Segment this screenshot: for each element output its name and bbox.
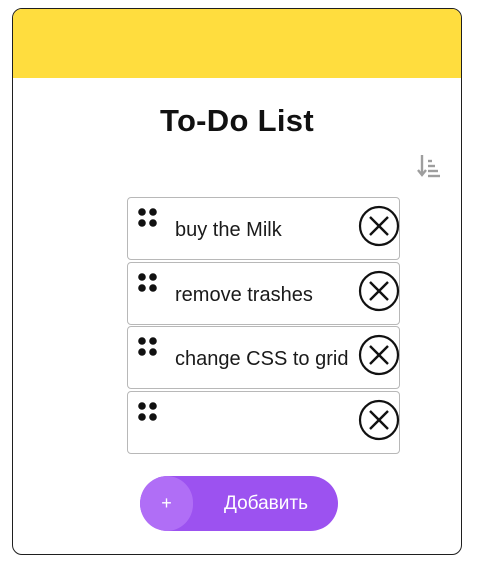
close-circle-icon	[358, 399, 400, 441]
drag-handle[interactable]	[137, 207, 161, 231]
plus-icon: +	[140, 476, 193, 531]
header-band	[13, 9, 461, 78]
drag-handle[interactable]	[137, 272, 161, 296]
delete-button[interactable]	[358, 334, 400, 376]
drag-dots-icon	[138, 402, 157, 421]
delete-button[interactable]	[358, 205, 400, 247]
sort-button[interactable]	[416, 152, 442, 180]
close-circle-icon	[358, 334, 400, 376]
delete-button[interactable]	[358, 270, 400, 312]
todo-item[interactable]: buy the Milk	[127, 197, 400, 260]
drag-dots-icon	[138, 208, 157, 227]
drag-handle[interactable]	[137, 401, 161, 425]
close-circle-icon	[358, 205, 400, 247]
add-button-label: Добавить	[224, 493, 308, 514]
todo-item[interactable]: change CSS to grid	[127, 326, 400, 389]
drag-handle[interactable]	[137, 336, 161, 360]
drag-dots-icon	[138, 273, 157, 292]
todo-text: buy the Milk	[175, 219, 282, 241]
todo-card: To-Do List buy the Milk remove trashes c…	[12, 8, 462, 555]
sort-descending-icon	[417, 155, 440, 178]
add-button[interactable]: + Добавить	[140, 476, 338, 531]
close-circle-icon	[358, 270, 400, 312]
delete-button[interactable]	[358, 399, 400, 441]
drag-dots-icon	[138, 337, 157, 356]
todo-item[interactable]	[127, 391, 400, 454]
todo-text: remove trashes	[175, 284, 313, 306]
todo-text: change CSS to grid	[175, 348, 349, 370]
todo-item[interactable]: remove trashes	[127, 262, 400, 325]
page-title: To-Do List	[160, 103, 314, 138]
